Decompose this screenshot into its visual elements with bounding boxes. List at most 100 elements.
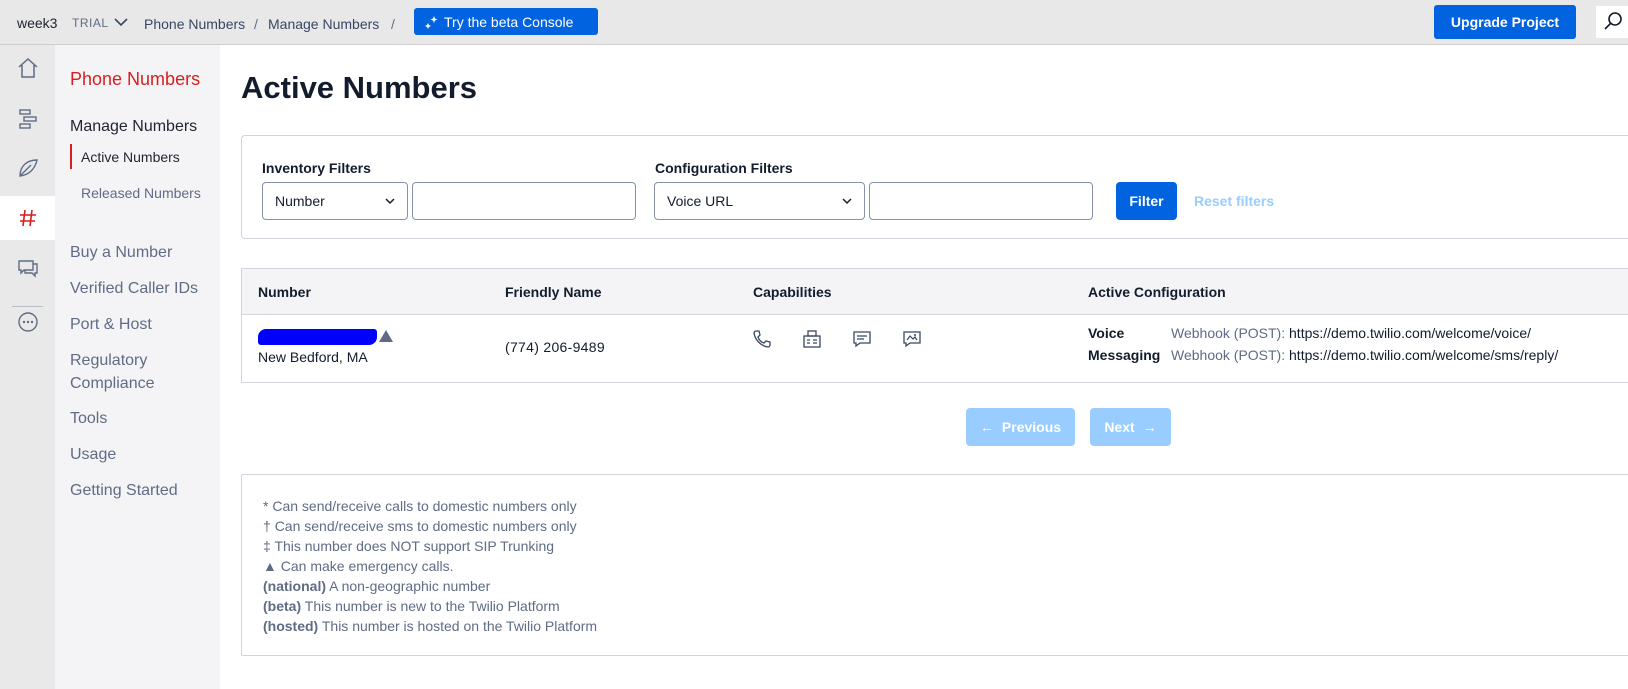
arrow-right-icon: → xyxy=(1142,419,1157,435)
legend-mark: (hosted) xyxy=(263,618,319,634)
nav-regulatory-compliance[interactable]: Regulatory Compliance xyxy=(70,349,190,395)
nav-manage-numbers[interactable]: Manage Numbers xyxy=(70,118,197,136)
legend-mark: † xyxy=(263,518,271,534)
friendly-name: (774) 206-9489 xyxy=(505,339,605,355)
next-page-button[interactable]: Next → xyxy=(1090,408,1171,446)
voice-webhook-url[interactable]: https://demo.twilio.com/welcome/voice/ xyxy=(1289,325,1531,341)
icon-rail xyxy=(0,45,55,689)
configuration-filter-select[interactable]: Voice URL xyxy=(654,182,865,220)
breadcrumb-phone-numbers[interactable]: Phone Numbers xyxy=(144,16,245,32)
legend-text: A non-geographic number xyxy=(329,578,491,594)
search-button[interactable] xyxy=(1596,6,1628,38)
nav-section-title[interactable]: Phone Numbers xyxy=(70,69,200,90)
configuration-filter-value: Voice URL xyxy=(667,193,734,209)
chevron-down-icon[interactable] xyxy=(114,17,128,27)
legend-text: This number is new to the Twilio Platfor… xyxy=(304,598,560,614)
emergency-triangle-icon xyxy=(379,330,393,342)
inventory-filter-select[interactable]: Number xyxy=(262,182,408,220)
column-header-active-configuration: Active Configuration xyxy=(1088,284,1226,300)
capabilities-legend: * Can send/receive calls to domestic num… xyxy=(241,474,1628,656)
top-bar: week3 TRIAL Phone Numbers / Manage Numbe… xyxy=(0,0,1628,45)
legend-text: Can send/receive sms to domestic numbers… xyxy=(274,518,577,534)
previous-page-button[interactable]: ← Previous xyxy=(966,408,1075,446)
legend-item: * Can send/receive calls to domestic num… xyxy=(263,498,577,514)
sms-icon xyxy=(853,331,871,348)
reset-filters-link[interactable]: Reset filters xyxy=(1194,193,1274,209)
breadcrumb-separator: / xyxy=(254,16,258,32)
nav-active-numbers[interactable]: Active Numbers xyxy=(81,149,180,165)
nav-port-host[interactable]: Port & Host xyxy=(70,313,220,336)
legend-text: Can make emergency calls. xyxy=(280,558,454,574)
try-beta-console-label: Try the beta Console xyxy=(444,13,574,30)
legend-item: (hosted) This number is hosted on the Tw… xyxy=(263,618,597,634)
flows-icon xyxy=(18,109,37,129)
chevron-down-icon xyxy=(385,198,395,205)
column-header-friendly-name: Friendly Name xyxy=(505,284,602,300)
search-icon xyxy=(1604,12,1622,30)
account-name[interactable]: week3 xyxy=(17,15,57,31)
upgrade-project-button[interactable]: Upgrade Project xyxy=(1434,5,1576,39)
table-header: Number Friendly Name Capabilities Active… xyxy=(242,269,1628,315)
voice-webhook-method: Webhook (POST): xyxy=(1171,325,1286,341)
legend-mark: ‡ xyxy=(263,538,271,554)
rail-messaging[interactable] xyxy=(0,246,55,290)
rail-flows[interactable] xyxy=(0,96,55,140)
messaging-webhook-url[interactable]: https://demo.twilio.com/welcome/sms/repl… xyxy=(1289,347,1558,363)
config-voice-label: Voice xyxy=(1088,325,1125,341)
legend-item: † Can send/receive sms to domestic numbe… xyxy=(263,518,577,534)
filter-button[interactable]: Filter xyxy=(1116,182,1177,220)
legend-text: Can send/receive calls to domestic numbe… xyxy=(272,498,577,514)
next-label: Next xyxy=(1104,419,1135,435)
legend-mark: * xyxy=(263,498,269,514)
legend-mark: (beta) xyxy=(263,598,302,614)
mms-icon xyxy=(903,331,921,348)
inventory-filter-input[interactable] xyxy=(412,182,636,220)
arrow-left-icon: ← xyxy=(979,419,994,435)
rail-more[interactable] xyxy=(0,300,55,344)
previous-label: Previous xyxy=(1001,419,1062,435)
legend-text: This number does NOT support SIP Trunkin… xyxy=(274,538,555,554)
nav-verified-caller-ids[interactable]: Verified Caller IDs xyxy=(70,277,220,300)
number-location: New Bedford, MA xyxy=(258,349,368,365)
messaging-webhook-method: Webhook (POST): xyxy=(1171,347,1286,363)
more-icon xyxy=(17,312,38,332)
configuration-filters-label: Configuration Filters xyxy=(655,160,793,176)
active-indicator xyxy=(70,144,72,169)
page-title: Active Numbers xyxy=(241,70,478,105)
voice-icon xyxy=(753,330,771,348)
nav-buy-a-number[interactable]: Buy a Number xyxy=(70,241,220,264)
legend-text: This number is hosted on the Twilio Plat… xyxy=(321,618,598,634)
numbers-table: Number Friendly Name Capabilities Active… xyxy=(241,268,1628,383)
nav-tools[interactable]: Tools xyxy=(70,407,220,430)
legend-item: (beta) This number is new to the Twilio … xyxy=(263,598,560,614)
inventory-filter-value: Number xyxy=(275,193,325,209)
config-messaging-value: Webhook (POST): https://demo.twilio.com/… xyxy=(1171,347,1558,363)
filters-panel: Inventory Filters Number Configuration F… xyxy=(241,135,1628,239)
breadcrumb-separator: / xyxy=(391,16,395,32)
rail-phone-numbers[interactable] xyxy=(0,196,55,240)
column-header-number: Number xyxy=(258,284,311,300)
inventory-filters-label: Inventory Filters xyxy=(262,160,371,176)
legend-mark: (national) xyxy=(263,578,326,594)
redacted-phone-number[interactable] xyxy=(258,329,377,345)
nav-usage[interactable]: Usage xyxy=(70,443,220,466)
legend-item: (national) A non-geographic number xyxy=(263,578,490,594)
column-header-capabilities: Capabilities xyxy=(753,284,832,300)
chevron-down-icon xyxy=(842,198,852,205)
nav-getting-started[interactable]: Getting Started xyxy=(70,479,220,502)
legend-item: ▲ Can make emergency calls. xyxy=(263,558,454,574)
trial-badge: TRIAL xyxy=(72,16,109,30)
studio-icon xyxy=(18,159,38,177)
legend-item: ‡ This number does NOT support SIP Trunk… xyxy=(263,538,554,554)
fax-icon xyxy=(803,330,821,348)
breadcrumb-manage-numbers[interactable]: Manage Numbers xyxy=(268,16,379,32)
rail-home[interactable] xyxy=(0,46,55,90)
rail-studio[interactable] xyxy=(0,146,55,190)
nav-released-numbers[interactable]: Released Numbers xyxy=(81,184,201,202)
legend-mark: ▲ xyxy=(263,558,277,574)
config-voice-value: Webhook (POST): https://demo.twilio.com/… xyxy=(1171,325,1531,341)
phone-numbers-icon xyxy=(19,209,36,227)
try-beta-console-button[interactable]: Try the beta Console xyxy=(414,8,598,35)
messaging-icon xyxy=(17,260,38,278)
configuration-filter-input[interactable] xyxy=(869,182,1093,220)
